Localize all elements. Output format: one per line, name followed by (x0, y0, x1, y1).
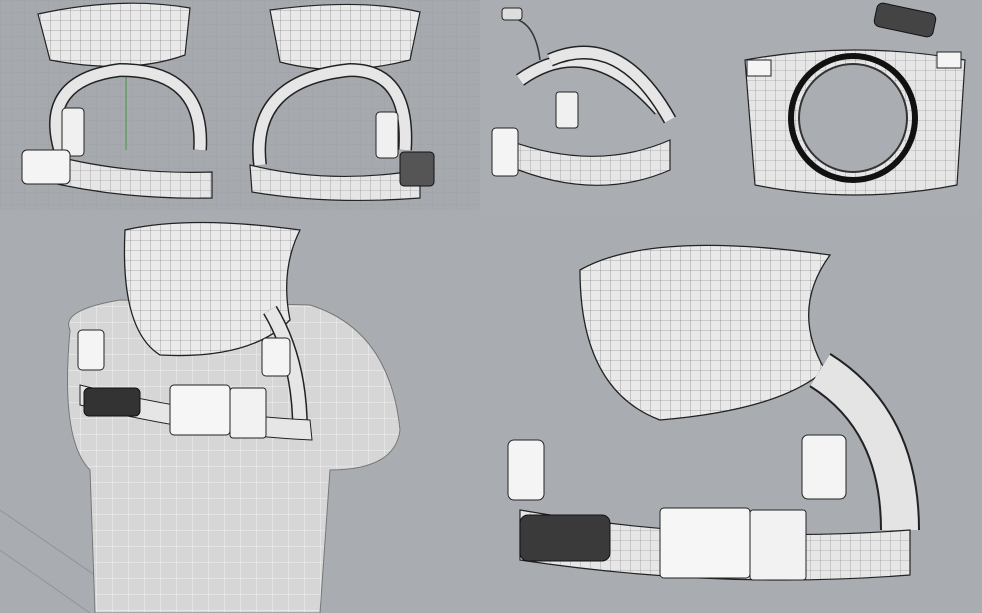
viewport-perspective-canvas (491, 7, 677, 186)
side-release-buckle-icon (61, 107, 85, 157)
viewport-front[interactable] (0, 0, 240, 210)
viewport-body[interactable] (0, 210, 480, 613)
viewport-detail[interactable] (480, 210, 982, 613)
viewport-top-canvas (744, 2, 966, 196)
viewport-detail-canvas (507, 244, 920, 581)
viewport-back-canvas (240, 0, 480, 210)
viewport-body-canvas (0, 221, 401, 613)
viewport-front-canvas (0, 0, 240, 210)
viewport-perspective[interactable] (480, 0, 725, 210)
viewport-back[interactable] (240, 0, 480, 210)
viewport-top[interactable] (725, 0, 982, 210)
